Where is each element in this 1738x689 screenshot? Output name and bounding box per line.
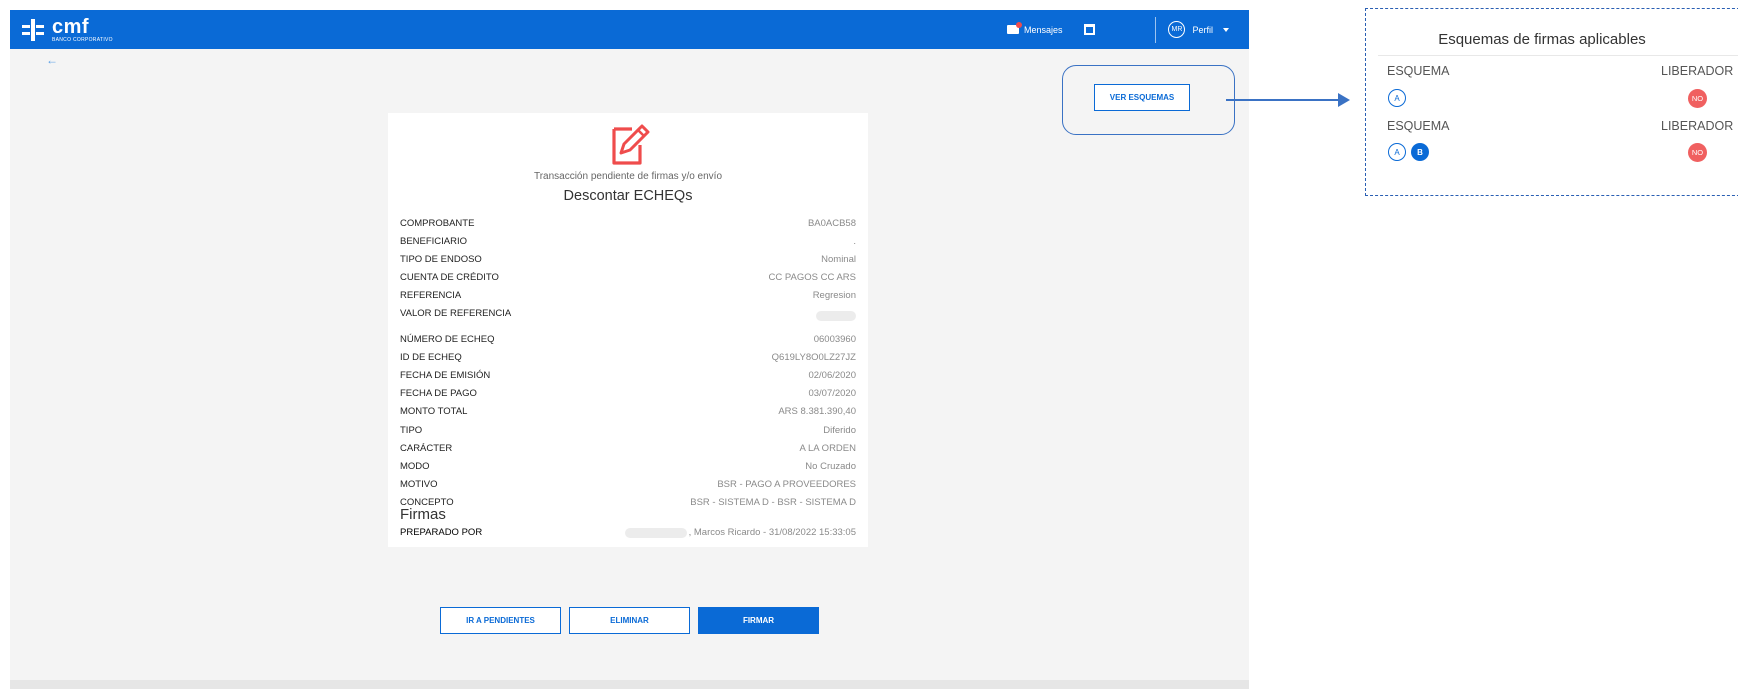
detail-row: TIPO DE ENDOSO Nominal [400, 253, 856, 265]
liberador-header: LIBERADOR [1661, 119, 1734, 133]
detail-row: NÚMERO DE ECHEQ 06003960 [400, 334, 856, 346]
detail-row: TIPO Diferido [400, 424, 856, 436]
esquema-header: ESQUEMA [1387, 119, 1450, 133]
detail-row: CONCEPTO BSR - SISTEMA D - BSR - SISTEMA… [400, 496, 856, 508]
logo-subtitle: BANCO CORPORATIVO [52, 37, 113, 43]
detail-row: FECHA DE PAGO 03/07/2020 [400, 388, 856, 400]
building-icon [1084, 24, 1096, 35]
ver-esquemas-button[interactable]: VER ESQUEMAS [1094, 84, 1190, 111]
transaction-status: Transacción pendiente de firmas y/o enví… [533, 171, 723, 182]
detail-row: COMPROBANTE BA0ACB58 [400, 217, 856, 229]
mail-icon [1006, 22, 1022, 34]
detail-row: MOTIVO BSR - PAGO A PROVEEDORES [400, 478, 856, 490]
detail-row: FECHA DE EMISIÓN 02/06/2020 [400, 370, 856, 382]
detail-row: REFERENCIA Regresion [400, 289, 856, 301]
detail-list: COMPROBANTE BA0ACB58 BENEFICIARIO . TIPO… [400, 214, 856, 512]
cmf-logo-icon [22, 19, 44, 41]
detail-row: MONTO TOTAL ARS 8.381.390,40 [400, 406, 856, 418]
schema-badge-b: B [1411, 143, 1429, 161]
preparado-label: PREPARADO POR [400, 527, 483, 538]
brand-logo[interactable]: cmf BANCO CORPORATIVO [22, 17, 113, 43]
liberador-no-badge: NO [1688, 143, 1707, 162]
company-switcher[interactable] [1084, 24, 1096, 35]
firmas-section-title: Firmas [400, 506, 446, 523]
schema-badge-a: A [1388, 89, 1406, 107]
app-window: cmf BANCO CORPORATIVO Mensajes MR Perfil… [10, 10, 1249, 689]
esquema-header: ESQUEMA [1387, 64, 1450, 78]
panel-title: Esquemas de firmas aplicables [1438, 31, 1646, 48]
messages-label: Mensajes [1023, 24, 1063, 35]
schema-badge-a: A [1388, 143, 1406, 161]
profile-menu[interactable]: MR Perfil [1156, 21, 1229, 38]
detail-row: CUENTA DE CRÉDITO CC PAGOS CC ARS [400, 271, 856, 283]
avatar: MR [1168, 21, 1186, 38]
arrow-head-icon [1338, 93, 1350, 107]
chevron-down-icon [1223, 27, 1229, 32]
preparado-por-row: PREPARADO POR , Marcos Ricardo - 31/08/2… [400, 527, 856, 538]
liberador-header: LIBERADOR [1661, 64, 1734, 78]
redacted-value [624, 527, 687, 538]
esquemas-panel: Esquemas de firmas aplicables ESQUEMA LI… [1365, 8, 1738, 196]
redacted-value [816, 310, 856, 321]
messages-link[interactable]: Mensajes [1006, 22, 1063, 35]
ir-a-pendientes-button[interactable]: IR A PENDIENTES [440, 607, 561, 634]
top-navbar: cmf BANCO CORPORATIVO Mensajes MR Perfil [10, 10, 1249, 49]
firmar-button[interactable]: FIRMAR [698, 607, 819, 634]
detail-row: ID DE ECHEQ Q619LY8O0LZ27JZ [400, 352, 856, 364]
pending-document-icon [612, 124, 650, 165]
transaction-title: Descontar ECHEQs [563, 188, 693, 204]
liberador-no-badge: NO [1688, 89, 1707, 108]
detail-row: VALOR DE REFERENCIA [400, 304, 856, 322]
logo-name: cmf [52, 16, 90, 38]
profile-label: Perfil [1192, 24, 1213, 35]
annotation-arrow [1226, 99, 1343, 101]
eliminar-button[interactable]: ELIMINAR [569, 607, 690, 634]
back-arrow-icon[interactable]: ← [46, 53, 58, 67]
action-bar: IR A PENDIENTES ELIMINAR FIRMAR [440, 607, 827, 634]
preparado-value: , Marcos Ricardo - 31/08/2022 15:33:05 [688, 527, 856, 538]
detail-row: CARÁCTER A LA ORDEN [400, 442, 856, 454]
page-footer [10, 680, 1249, 689]
detail-row: BENEFICIARIO . [400, 235, 856, 247]
detail-row: MODO No Cruzado [400, 460, 856, 472]
transaction-card: Transacción pendiente de firmas y/o enví… [388, 113, 868, 547]
